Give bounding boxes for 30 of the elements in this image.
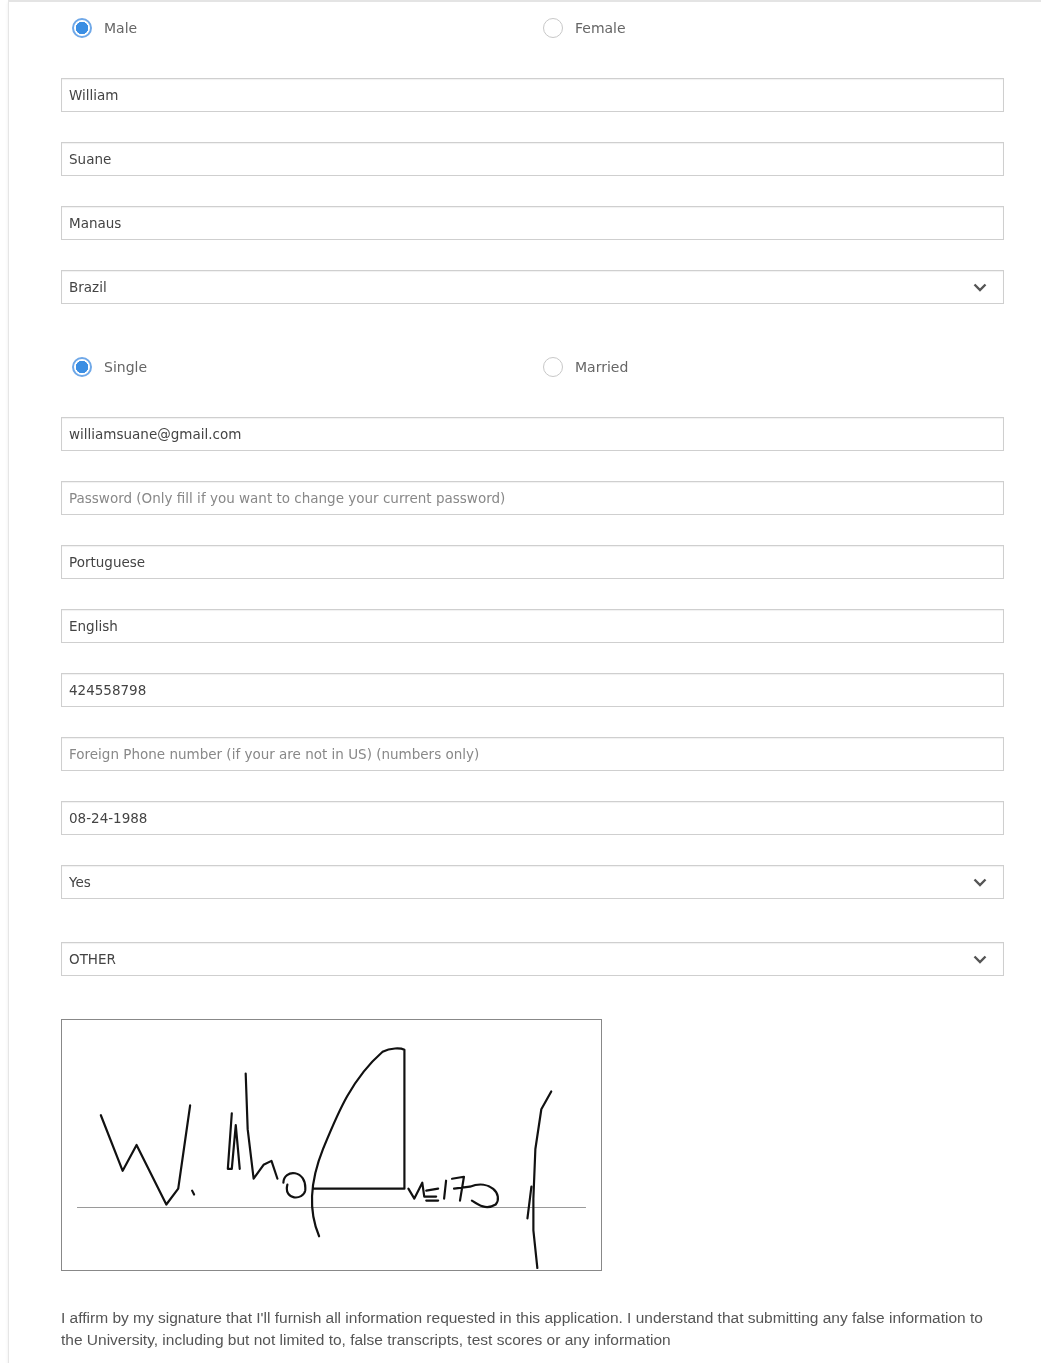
dropdown[interactable]: OTHER — [61, 942, 1004, 976]
radio-button[interactable] — [543, 357, 563, 377]
input-field[interactable]: English — [61, 609, 1004, 643]
input-field[interactable]: Password (Only fill if you want to change your current password) — [61, 481, 1004, 515]
radio-label: Female — [575, 20, 626, 36]
chevron-down-icon — [973, 282, 987, 292]
input-field[interactable]: 08-24-1988 — [61, 801, 1004, 835]
affirmation-text: I affirm by my signature that I'll furnish all information requested in this application. I understand that submitting any false information to the University, including but not limited to, false transcripts, test scores or any information — [61, 1308, 984, 1350]
input-field[interactable]: williamsuane@gmail.com — [61, 417, 1004, 451]
radio-label: Married — [575, 359, 629, 375]
radio-option[interactable]: Female — [543, 18, 1004, 38]
input-field[interactable]: 424558798 — [61, 673, 1004, 707]
radio-option[interactable]: Single — [72, 357, 543, 377]
input-field[interactable]: Foreign Phone number (if your are not in US) (numbers only) — [61, 737, 1004, 771]
input-field[interactable]: Portuguese — [61, 545, 1004, 579]
radio-option[interactable]: Married — [543, 357, 1004, 377]
input-field[interactable]: Manaus — [61, 206, 1004, 240]
dropdown[interactable]: Brazil — [61, 270, 1004, 304]
radio-button[interactable] — [543, 18, 563, 38]
chevron-down-icon — [973, 954, 987, 964]
input-field[interactable]: Suane — [61, 142, 1004, 176]
radio-label: Single — [104, 359, 148, 375]
radio-option[interactable]: Male — [72, 18, 543, 38]
radio-button[interactable] — [72, 18, 92, 38]
radio-button[interactable] — [72, 357, 92, 377]
dropdown[interactable]: Yes — [61, 865, 1004, 899]
signature-pad[interactable] — [61, 1019, 602, 1271]
chevron-down-icon — [973, 877, 987, 887]
radio-label: Male — [104, 20, 138, 36]
input-field[interactable]: William — [61, 78, 1004, 112]
